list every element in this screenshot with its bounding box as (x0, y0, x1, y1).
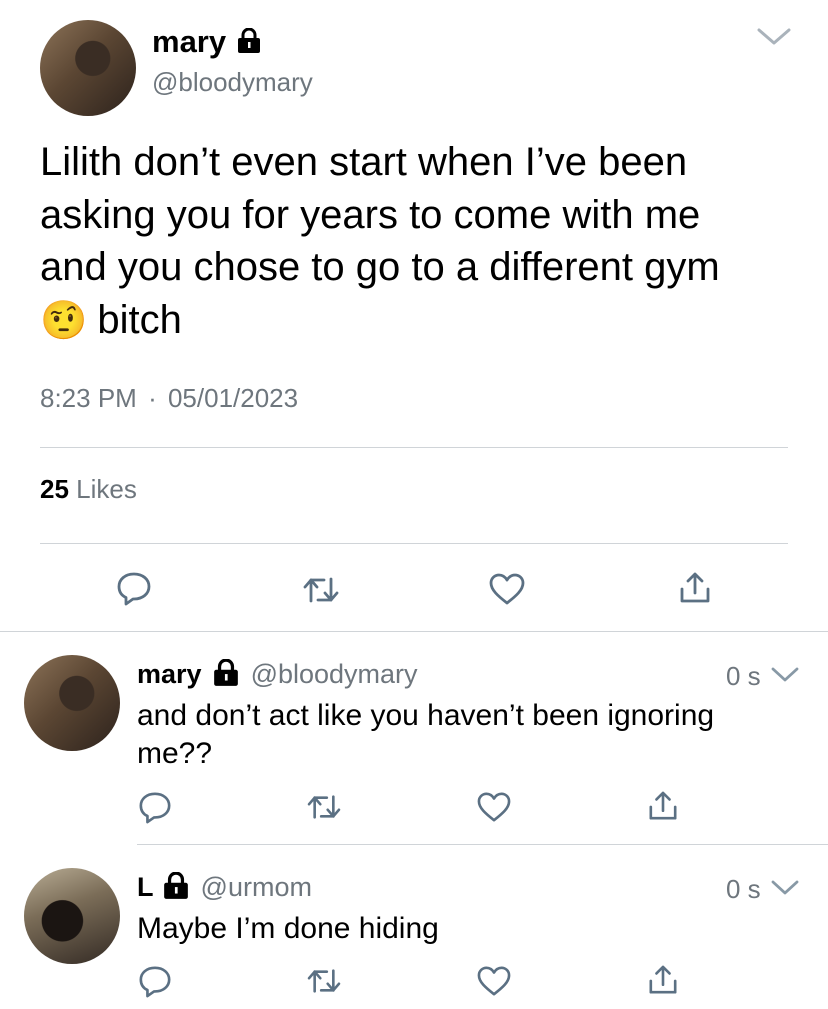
divider (0, 631, 828, 632)
reply-text-line: me?? (137, 737, 213, 770)
author-avatar[interactable] (40, 20, 136, 116)
tweet-date: 05/01/2023 (167, 383, 299, 413)
reply-avatar[interactable] (24, 655, 120, 751)
divider (40, 543, 788, 544)
tweet-timestamp[interactable]: 8:23 PM · 05/01/2023 (40, 382, 298, 414)
reply-text: and don’t act like you haven’t been igno… (137, 697, 714, 773)
retweet-icon[interactable] (302, 575, 340, 605)
divider (137, 844, 828, 845)
chevron-down-icon[interactable] (770, 666, 800, 684)
chevron-down-icon[interactable] (756, 26, 792, 48)
reply-time: 0 s (726, 661, 761, 691)
share-icon[interactable] (679, 571, 711, 605)
timestamp-separator: · (148, 383, 157, 413)
author-name-row: mary (152, 24, 261, 60)
retweet-icon[interactable] (306, 967, 342, 995)
likes-label: Likes (76, 474, 137, 504)
tweet-text-line: and you chose to go to a different gym (40, 245, 720, 289)
reply-avatar[interactable] (24, 868, 120, 964)
heart-icon[interactable] (476, 791, 512, 823)
likes-count: 25 (40, 474, 69, 504)
likes-stat[interactable]: 25 Likes (40, 473, 137, 505)
tweet-text-line: Lilith don’t even start when I’ve been (40, 140, 688, 184)
lock-icon (214, 658, 238, 686)
reply-icon[interactable] (138, 964, 172, 998)
reply-display-name[interactable]: mary (137, 659, 202, 689)
chevron-down-icon[interactable] (770, 879, 800, 897)
divider (40, 447, 788, 448)
reply-text-line: Maybe I’m done hiding (137, 912, 439, 945)
lock-icon (237, 27, 260, 53)
reply-header: L @urmom (137, 870, 312, 904)
tweet-text: Lilith don’t even start when I’ve been a… (40, 136, 720, 347)
tweet-time: 8:23 PM (40, 383, 137, 413)
raised-eyebrow-emoji-icon: 🤨 (40, 299, 88, 342)
author-display-name[interactable]: mary (152, 24, 226, 59)
heart-icon[interactable] (488, 572, 526, 606)
heart-icon[interactable] (476, 965, 512, 997)
lock-icon (164, 871, 188, 899)
author-handle[interactable]: @bloodymary (152, 66, 313, 98)
share-icon[interactable] (648, 964, 678, 996)
tweet-text-line: asking you for years to come with me (40, 192, 701, 237)
reply-icon[interactable] (138, 790, 172, 824)
reply-text: Maybe I’m done hiding (137, 910, 439, 948)
reply-time: 0 s (726, 874, 761, 904)
reply-text-line: and don’t act like you haven’t been igno… (137, 699, 715, 732)
reply-handle[interactable]: @urmom (201, 872, 312, 902)
share-icon[interactable] (648, 790, 678, 822)
reply-handle[interactable]: @bloodymary (251, 659, 418, 689)
tweet-text-line: 🤨 bitch (40, 297, 182, 342)
reply-header: mary @bloodymary (137, 657, 418, 691)
reply-display-name[interactable]: L (137, 872, 154, 902)
reply-icon[interactable] (116, 570, 152, 606)
retweet-icon[interactable] (306, 793, 342, 821)
